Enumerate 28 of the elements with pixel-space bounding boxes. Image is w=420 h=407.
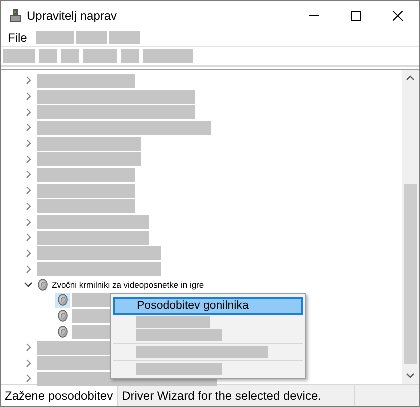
maximize-icon	[351, 10, 361, 20]
status-text: Zažene posodobitev	[1, 385, 118, 406]
speaker-icon	[37, 278, 48, 291]
redacted-block	[109, 31, 140, 44]
redacted-block	[39, 49, 57, 63]
speaker-icon	[57, 310, 68, 322]
scroll-down-icon[interactable]	[406, 373, 415, 379]
redacted-block	[121, 49, 139, 63]
tree-item[interactable]: Zvočni krmilniki za videoposnetke in igre	[52, 280, 204, 290]
scrollbar[interactable]	[402, 70, 419, 384]
chevron-down-icon[interactable]	[24, 282, 33, 288]
minimize-icon	[309, 15, 319, 16]
scroll-up-icon[interactable]	[406, 75, 415, 81]
menu-item[interactable]: Posodobitev gonilnika	[113, 297, 303, 315]
scroll-thumb[interactable]	[404, 184, 417, 364]
speaker-icon	[57, 326, 68, 338]
computer-icon	[10, 9, 21, 22]
redacted-block	[36, 31, 74, 44]
redacted-block	[61, 49, 79, 63]
speaker-icon	[57, 294, 68, 306]
redacted-block	[83, 49, 117, 63]
redacted-block	[76, 31, 108, 44]
status-text: Driver Wizard for the selected device.	[118, 385, 355, 406]
menu-item[interactable]: File	[7, 30, 28, 44]
redacted-block	[3, 49, 35, 63]
window-title: Upravitelj naprav	[27, 8, 118, 22]
close-icon	[393, 10, 403, 20]
redacted-block	[143, 49, 193, 63]
